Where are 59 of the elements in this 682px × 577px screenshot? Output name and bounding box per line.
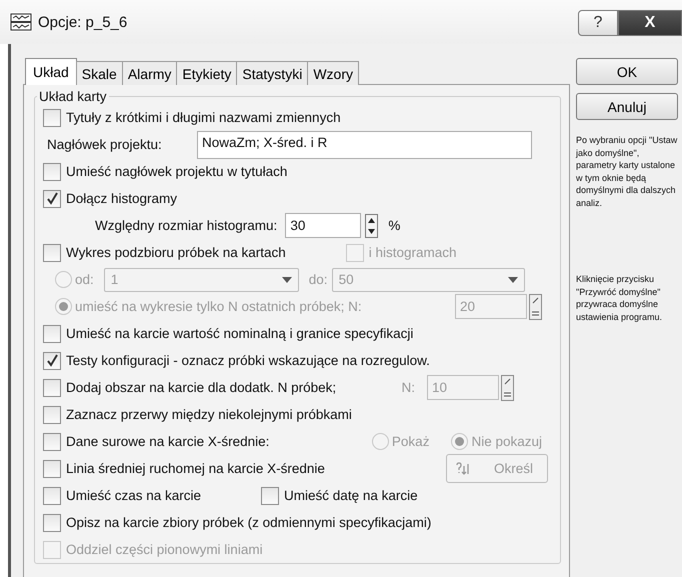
checkbox[interactable] xyxy=(43,514,61,532)
radio-label: Pokaż xyxy=(392,434,430,449)
spinner-icon[interactable] xyxy=(529,294,542,320)
group-title: Układ karty xyxy=(38,89,108,104)
dialog-button[interactable]: OK xyxy=(576,58,678,85)
checkbox[interactable] xyxy=(43,162,61,180)
tab[interactable]: Układ xyxy=(25,58,77,85)
checkbox-label: Dane surowe na karcie X-średnie: xyxy=(66,434,270,449)
tab[interactable]: Etykiety xyxy=(176,61,238,85)
checkbox[interactable] xyxy=(43,324,61,342)
checkbox[interactable] xyxy=(43,406,61,424)
checkbox-label: Oddziel części pionowymi liniami xyxy=(66,542,263,557)
checkbox-label: Opisz na karcie zbiory próbek (z odmiennymi specyfikacjami) xyxy=(66,515,432,530)
checkbox[interactable] xyxy=(43,190,61,208)
checkbox-label: Wykres podzbioru próbek na kartach xyxy=(66,245,286,260)
checkbox[interactable] xyxy=(43,108,61,126)
project-header-field[interactable]: NowaZm; X-śred. i R xyxy=(197,130,532,158)
checkbox[interactable] xyxy=(43,460,61,478)
checkbox-label: i histogramach xyxy=(368,245,457,260)
checkbox-label: Umieść czas na karcie xyxy=(66,488,202,503)
help-note: Po wybraniu opcji "Ustaw jako domyślne", parametry karty ustalone w tym oknie będą domyślnymi dla dalszych analiz. xyxy=(576,134,678,209)
checkbox[interactable] xyxy=(261,486,280,504)
radio-label: od: xyxy=(75,272,94,287)
checkbox-label: Zaznacz przerwy między niekolejnymi próbkami xyxy=(66,407,352,422)
dropdown-arrow-icon xyxy=(508,276,518,282)
checkbox-label: Linia średniej ruchomej na karcie X-średnie xyxy=(66,461,325,476)
field-label: do: xyxy=(308,272,328,287)
checkbox[interactable] xyxy=(43,352,61,370)
radio-label: umieść na wykresie tylko N ostatnich próbek; N: xyxy=(75,299,362,314)
checkbox-label: Umieść datę na karcie xyxy=(284,488,418,503)
checkbox[interactable] xyxy=(43,244,61,262)
checkbox-label: Dołącz histogramy xyxy=(66,191,178,206)
tab[interactable]: Statystyki xyxy=(236,61,308,85)
window-title: Opcje: p_5_6 xyxy=(38,14,128,30)
number-field[interactable]: 30 xyxy=(285,213,362,238)
dialog-button[interactable]: Anuluj xyxy=(576,93,678,120)
unit-label: % xyxy=(388,218,400,233)
checkbox-label: Umieść nagłówek projektu w tytułach xyxy=(66,164,288,179)
dropdown-arrow-icon xyxy=(282,276,292,282)
arrow-icon xyxy=(455,462,469,476)
checkbox-label: Tytuły z krótkimi i długimi nazwami zmiennych xyxy=(66,110,341,125)
window-icon xyxy=(10,13,32,31)
tab[interactable]: Wzory xyxy=(307,61,359,85)
field-label: Nagłówek projektu: xyxy=(47,137,163,152)
checkbox-label: Dodaj obszar na karcie dla dodatk. N próbek; xyxy=(66,380,336,395)
checkbox-label: Umieść na karcie wartość nominalną i granice specyfikacji xyxy=(66,326,414,341)
spinner-icon[interactable] xyxy=(365,214,378,238)
help-note: Kliknięcie przycisku "Przywróć domyślne" przywraca domyślne ustawienia programu. xyxy=(576,273,664,323)
checkbox[interactable] xyxy=(43,378,61,396)
tab[interactable]: Skale xyxy=(76,61,123,85)
help-button[interactable]: ? xyxy=(578,10,618,36)
field-label: Względny rozmiar histogramu: xyxy=(95,218,278,233)
radio-label: Nie pokazuj xyxy=(471,434,542,449)
checkbox[interactable] xyxy=(43,432,61,450)
field-label: N: xyxy=(402,380,415,395)
tab[interactable]: Alarmy xyxy=(122,61,178,85)
checkbox-label: Testy konfiguracji - oznacz próbki wskazujące na rozregulow. xyxy=(66,353,430,368)
checkbox[interactable] xyxy=(43,486,61,504)
close-button[interactable]: X xyxy=(618,10,682,36)
